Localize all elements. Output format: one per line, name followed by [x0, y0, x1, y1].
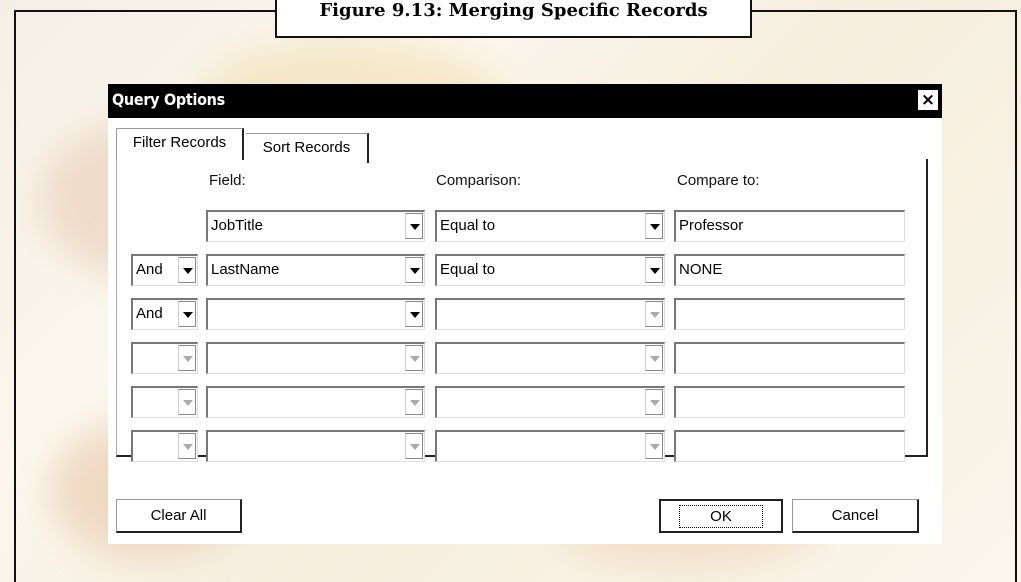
chevron-down-icon	[178, 345, 196, 371]
chevron-down-icon[interactable]	[645, 213, 663, 239]
chevron-down-icon[interactable]	[405, 301, 423, 327]
compare-to-input	[674, 342, 905, 374]
chevron-down-icon[interactable]	[405, 257, 423, 283]
chevron-down-icon	[178, 389, 196, 415]
tab-label: Sort Records	[262, 139, 351, 156]
comparison-select	[435, 342, 665, 374]
connector-select[interactable]: And	[131, 254, 198, 286]
chevron-down-icon	[405, 389, 423, 415]
field-select[interactable]: LastName	[206, 254, 425, 286]
chevron-down-icon	[405, 433, 423, 459]
field-header: Field:	[209, 172, 246, 189]
chevron-down-icon	[645, 345, 663, 371]
chevron-down-icon	[178, 433, 196, 459]
field-select	[206, 386, 425, 418]
connector-value: And	[136, 261, 163, 278]
field-value: LastName	[211, 261, 280, 278]
compare-to-input[interactable]	[674, 298, 905, 330]
comparison-select[interactable]: Equal to	[435, 210, 665, 242]
figure-caption: Figure 9.13: Merging Specific Records	[275, 0, 752, 38]
chevron-down-icon[interactable]	[405, 213, 423, 239]
connector-select	[131, 342, 198, 374]
comparison-header: Comparison:	[436, 172, 522, 189]
comparison-value: Equal to	[440, 261, 496, 278]
ok-button[interactable]: OK	[659, 499, 783, 533]
field-value: JobTitle	[211, 217, 263, 234]
field-select[interactable]: JobTitle	[206, 210, 425, 242]
ok-label: OK	[679, 505, 763, 528]
tab-filter-records[interactable]: Filter Records	[116, 128, 244, 160]
comparison-select[interactable]: Equal to	[435, 254, 665, 286]
chevron-down-icon[interactable]	[645, 257, 663, 283]
compare-to-value: Professor	[679, 217, 744, 234]
connector-select	[131, 430, 198, 462]
cancel-button[interactable]: Cancel	[792, 499, 919, 533]
field-select	[206, 342, 425, 374]
chevron-down-icon	[405, 345, 423, 371]
chevron-down-icon[interactable]	[178, 257, 196, 283]
comparison-select	[435, 386, 665, 418]
compare-to-input[interactable]: Professor	[674, 210, 905, 242]
compare-to-value: NONE	[679, 261, 723, 278]
field-select[interactable]	[206, 298, 425, 330]
chevron-down-icon	[645, 389, 663, 415]
clear-all-button[interactable]: Clear All	[116, 499, 242, 533]
chevron-down-icon	[645, 301, 663, 327]
comparison-select[interactable]	[435, 298, 665, 330]
connector-value: And	[136, 305, 163, 322]
close-icon[interactable]: ×	[918, 90, 938, 110]
compare-to-header: Compare to:	[677, 172, 760, 189]
tab-label: Filter Records	[132, 134, 227, 151]
title-bar: Query Options ×	[108, 84, 942, 118]
compare-to-input	[674, 430, 905, 462]
chevron-down-icon	[645, 433, 663, 459]
chevron-down-icon[interactable]	[178, 301, 196, 327]
dialog-title: Query Options	[112, 90, 225, 109]
field-select	[206, 430, 425, 462]
comparison-select	[435, 430, 665, 462]
query-options-dialog: Query Options × Filter Records Sort Reco…	[108, 84, 942, 544]
connector-select	[131, 386, 198, 418]
compare-to-input	[674, 386, 905, 418]
compare-to-input[interactable]: NONE	[674, 254, 905, 286]
comparison-value: Equal to	[440, 217, 496, 234]
connector-select[interactable]: And	[131, 298, 198, 330]
